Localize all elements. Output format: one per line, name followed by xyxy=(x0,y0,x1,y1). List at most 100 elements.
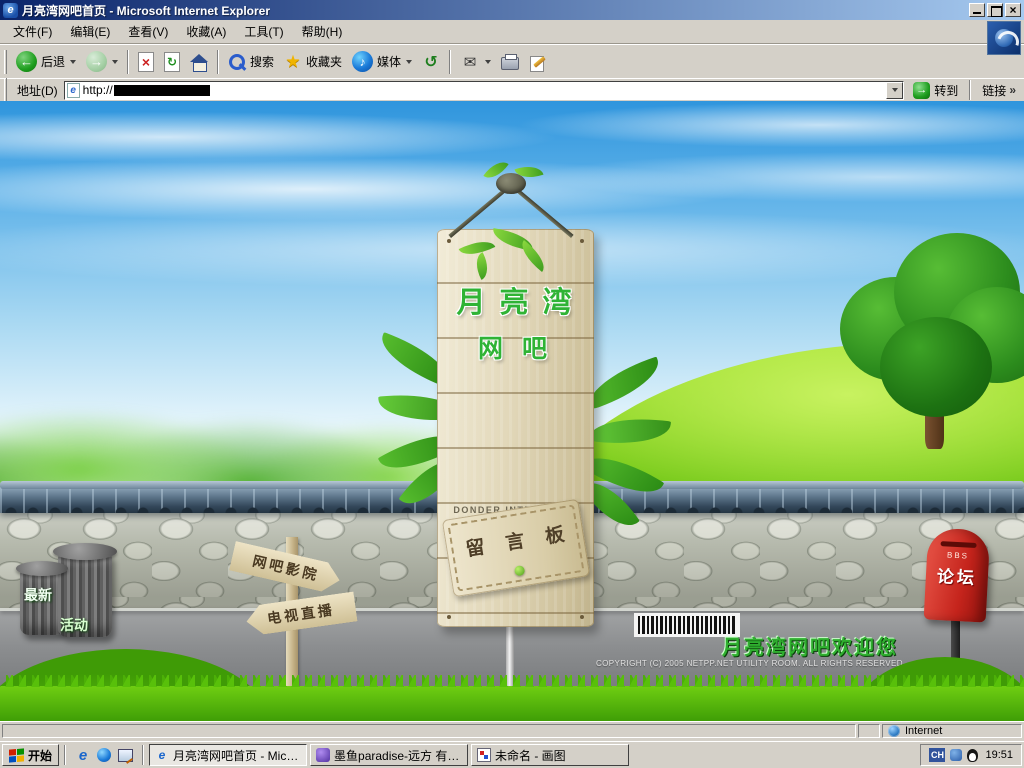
separator xyxy=(142,745,144,765)
maximize-button[interactable] xyxy=(987,3,1003,17)
mail-icon xyxy=(460,53,480,71)
print-button[interactable] xyxy=(496,47,524,77)
history-button[interactable] xyxy=(417,47,445,77)
copyright-text: COPYRIGHT (C) 2005 NETPP.NET UTILITY ROO… xyxy=(596,659,911,668)
quick-launch-media-icon[interactable] xyxy=(95,746,113,764)
zone-label: Internet xyxy=(905,725,942,737)
favorites-button[interactable]: 收藏夹 xyxy=(279,47,347,77)
links-button[interactable]: 链接 xyxy=(977,82,1021,99)
addressbar-grip[interactable] xyxy=(4,78,7,102)
address-input[interactable]: http:// xyxy=(64,81,905,100)
welcome-text: 月亮湾网吧欢迎您 xyxy=(722,631,898,660)
back-icon xyxy=(16,51,37,72)
nav-events-link[interactable]: 活动 xyxy=(60,615,88,635)
separator xyxy=(64,745,66,765)
task-button-paradise[interactable]: 墨鱼paradise-远方 有一... xyxy=(310,744,468,766)
redacted-url xyxy=(114,85,210,96)
close-button[interactable] xyxy=(1005,3,1021,17)
forum-label: 论坛 xyxy=(925,561,988,589)
back-button[interactable]: 后退 xyxy=(11,47,81,77)
menu-edit[interactable]: 编辑(E) xyxy=(61,19,119,44)
search-button[interactable]: 搜索 xyxy=(223,47,279,77)
app-icon xyxy=(316,748,330,762)
menu-bar: 文件(F) 编辑(E) 查看(V) 收藏(A) 工具(T) 帮助(H) xyxy=(0,20,1024,44)
separator xyxy=(969,80,971,100)
minimize-button[interactable] xyxy=(969,3,985,17)
ie-icon xyxy=(155,748,169,762)
home-icon xyxy=(190,54,208,70)
grass-strip xyxy=(0,686,1024,721)
go-button[interactable]: 转到 xyxy=(908,80,963,101)
ie-icon xyxy=(3,3,18,18)
page-icon xyxy=(67,83,80,98)
mail-button[interactable] xyxy=(455,47,496,77)
palm-leaf xyxy=(589,413,671,449)
address-dropdown-button[interactable] xyxy=(886,82,903,99)
system-tray: CH 19:51 xyxy=(920,744,1022,766)
media-dropdown-icon xyxy=(406,60,412,64)
globe-icon xyxy=(888,725,900,737)
history-icon xyxy=(422,53,440,71)
task-button-paint[interactable]: 未命名 - 画图 xyxy=(471,744,629,766)
go-arrow-icon xyxy=(913,82,930,99)
toolbar-separator xyxy=(127,50,129,74)
menu-file[interactable]: 文件(F) xyxy=(4,19,61,44)
toolbar: 后退 搜索 收藏夹 媒体 xyxy=(0,44,1024,78)
paint-icon xyxy=(477,748,491,762)
site-title-line1: 月 亮 湾 xyxy=(437,279,594,321)
show-desktop-icon[interactable] xyxy=(116,746,134,764)
trash-lid xyxy=(16,561,68,576)
toolbar-separator xyxy=(217,50,219,74)
quick-launch-ie-icon[interactable] xyxy=(74,746,92,764)
toolbar-grip[interactable] xyxy=(4,50,7,74)
menu-favorites[interactable]: 收藏(A) xyxy=(177,19,235,44)
stop-button[interactable] xyxy=(133,47,159,77)
message-board-button-icon xyxy=(514,565,525,576)
forward-icon xyxy=(86,51,107,72)
message-board-label: 留 言 板 xyxy=(445,516,586,564)
windows-logo-icon xyxy=(9,748,24,762)
window-title: 月亮湾网吧首页 - Microsoft Internet Explorer xyxy=(22,2,270,19)
forward-dropdown-icon xyxy=(112,60,118,64)
chevron-down-icon xyxy=(892,88,898,92)
quick-launch xyxy=(71,746,137,764)
language-indicator[interactable]: CH xyxy=(929,748,945,762)
taskbar: 开始 月亮湾网吧首页 - Micro... 墨鱼paradise-远方 有一..… xyxy=(0,741,1024,768)
status-progress-panel xyxy=(858,724,880,738)
title-bar[interactable]: 月亮湾网吧首页 - Microsoft Internet Explorer xyxy=(0,0,1024,20)
bbs-label: BBS xyxy=(927,549,989,561)
task-button-ie[interactable]: 月亮湾网吧首页 - Micro... xyxy=(149,744,307,766)
palm-plant-right xyxy=(582,369,702,519)
edit-button[interactable] xyxy=(524,47,552,77)
toolbar-separator xyxy=(449,50,451,74)
menu-tools[interactable]: 工具(T) xyxy=(235,19,292,44)
media-button[interactable]: 媒体 xyxy=(347,47,417,77)
start-button[interactable]: 开始 xyxy=(2,744,59,766)
forum-mailbox[interactable]: BBS 论坛 xyxy=(924,527,991,622)
print-icon xyxy=(501,57,519,70)
search-icon xyxy=(228,53,246,71)
site-title-line2: 网 吧 xyxy=(437,329,594,365)
forward-button[interactable] xyxy=(81,47,123,77)
back-dropdown-icon xyxy=(70,60,76,64)
window-controls xyxy=(969,3,1021,17)
qq-penguin-icon[interactable] xyxy=(967,749,978,762)
home-button[interactable] xyxy=(185,47,213,77)
nav-latest-link[interactable]: 最新 xyxy=(24,585,52,605)
nails xyxy=(447,239,451,243)
ie-window: 月亮湾网吧首页 - Microsoft Internet Explorer 文件… xyxy=(0,0,1024,768)
address-value: http:// xyxy=(83,83,113,97)
menu-view[interactable]: 查看(V) xyxy=(119,19,177,44)
tree-foliage xyxy=(880,317,992,417)
menu-help[interactable]: 帮助(H) xyxy=(293,19,352,44)
tree xyxy=(828,229,1024,459)
refresh-icon xyxy=(164,52,180,72)
tray-app-icon[interactable] xyxy=(950,749,962,761)
browser-viewport: 网吧影院 电视直播 最新 活动 BBS 论坛 月 亮 湾 网 吧 DONDER … xyxy=(0,101,1024,721)
media-icon xyxy=(352,51,373,72)
refresh-button[interactable] xyxy=(159,47,185,77)
stop-icon xyxy=(138,52,154,72)
mail-dropdown-icon xyxy=(485,60,491,64)
address-bar: 地址(D) http:// 转到 链接 xyxy=(0,78,1024,101)
status-message-panel xyxy=(2,724,856,738)
